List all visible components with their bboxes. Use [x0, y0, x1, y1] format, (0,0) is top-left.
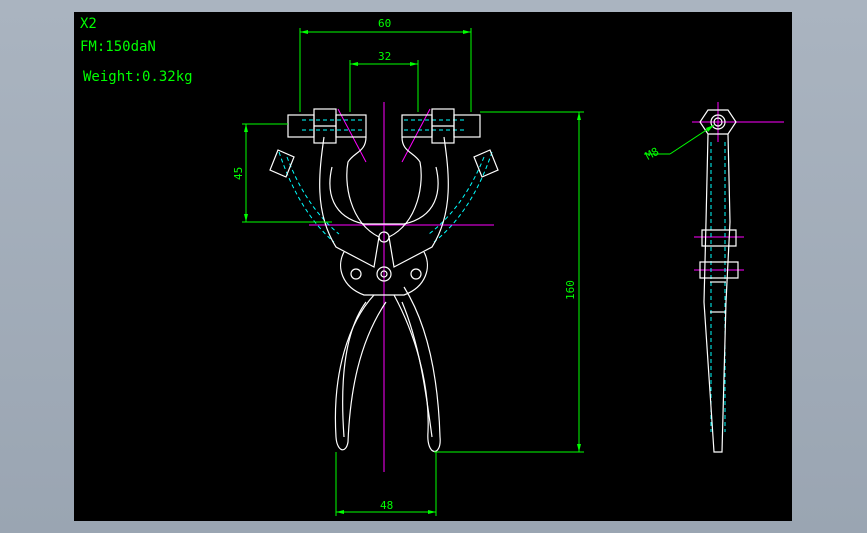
- dimension-arrows: [244, 30, 714, 514]
- dim-thread: M8: [643, 145, 661, 163]
- dim-handle-span: 48: [380, 499, 393, 512]
- dim-overall-length: 160: [564, 280, 577, 300]
- side-view-outline: [699, 109, 739, 453]
- dim-inner-width: 32: [378, 50, 391, 63]
- technical-drawing: 60 32 45 160 48 M8: [232, 17, 784, 516]
- dimension-lines: [242, 28, 715, 516]
- dim-jaw-height: 45: [232, 167, 245, 180]
- hidden-lines: [278, 119, 726, 432]
- dim-outer-width: 60: [378, 17, 391, 30]
- cad-viewport[interactable]: X2 FM:150daN Weight:0.32kg 60 32 45 160 …: [74, 12, 792, 521]
- centerlines: [309, 102, 784, 472]
